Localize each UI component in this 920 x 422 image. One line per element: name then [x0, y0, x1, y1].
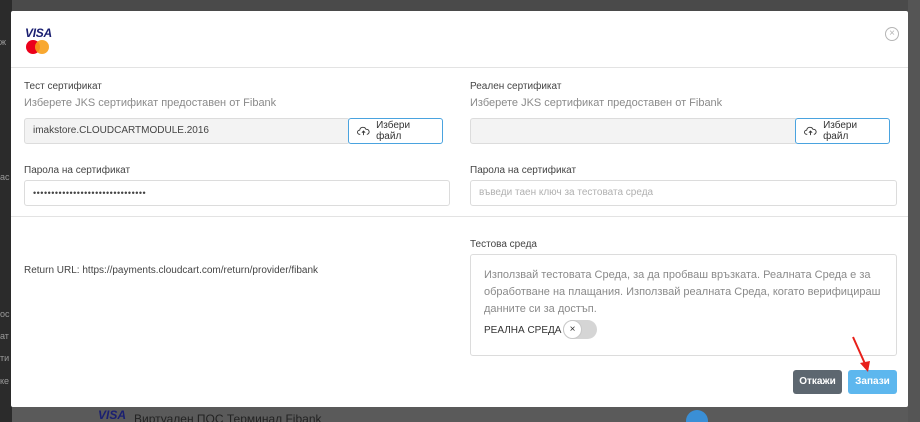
background-sidebar-item: ке	[0, 376, 10, 386]
visa-logo: VISA	[25, 26, 52, 40]
environment-description: Използвай тестовата Среда, за да пробваш…	[484, 269, 881, 315]
real-environment-toggle-label: РЕАЛНА СРЕДА	[484, 325, 562, 336]
real-cert-hint: Изберете JKS сертификат предоставен от F…	[470, 97, 723, 109]
background-sidebar-item: ат	[0, 331, 9, 341]
payment-settings-modal: VISA × Тест сертификат Изберете JKS серт…	[11, 11, 908, 407]
environment-box: Използвай тестовата Среда, за да пробваш…	[470, 254, 897, 356]
background-sidebar-item: ти	[0, 353, 10, 363]
cloud-upload-icon	[357, 126, 370, 136]
mastercard-logo-icon	[26, 40, 50, 54]
real-cert-choose-file-label: Избери файл	[823, 120, 858, 142]
test-password-label: Парола на сертификат	[24, 165, 131, 176]
background-row-label: Виртуален ПОС Терминал Fibank	[134, 412, 322, 422]
test-cert-choose-file-label: Избери файл	[376, 120, 411, 142]
background-sidebar-item: ж	[0, 37, 7, 47]
test-cert-hint: Изберете JKS сертификат предоставен от F…	[24, 97, 277, 109]
test-password-input[interactable]: •••••••••••••••••••••••••••••••	[24, 180, 450, 206]
background-payment-row: VISA Виртуален ПОС Терминал Fibank	[12, 406, 908, 422]
cloud-upload-icon	[804, 126, 817, 136]
cancel-button[interactable]: Откажи	[793, 370, 842, 394]
real-cert-choose-file-button[interactable]: Избери файл	[795, 118, 890, 144]
red-arrow-annotation-icon	[852, 336, 870, 372]
test-cert-file-field[interactable]: imakstore.CLOUDCARTMODULE.2016	[24, 118, 350, 144]
background-visa-logo: VISA	[98, 408, 127, 422]
return-url-text: Return URL: https://payments.cloudcart.c…	[24, 265, 319, 276]
background-check-icon	[686, 410, 708, 422]
environment-label: Тестова среда	[470, 239, 537, 250]
modal-header: VISA ×	[11, 11, 908, 68]
toggle-off-icon: ×	[563, 320, 582, 339]
test-cert-label: Тест сертификат	[24, 81, 102, 92]
real-cert-file-field[interactable]	[470, 118, 798, 144]
real-environment-toggle[interactable]: ×	[563, 320, 597, 339]
real-cert-label: Реален сертификат	[470, 81, 562, 92]
real-password-input[interactable]: въведи таен ключ за тестовата среда	[470, 180, 897, 206]
close-icon[interactable]: ×	[885, 27, 899, 41]
section-divider	[11, 216, 908, 217]
background-sidebar-item: ос	[0, 309, 10, 319]
test-cert-choose-file-button[interactable]: Избери файл	[348, 118, 443, 144]
real-password-label: Парола на сертификат	[470, 165, 577, 176]
background-right-edge	[908, 0, 920, 422]
background-sidebar-item: ас	[0, 172, 10, 182]
